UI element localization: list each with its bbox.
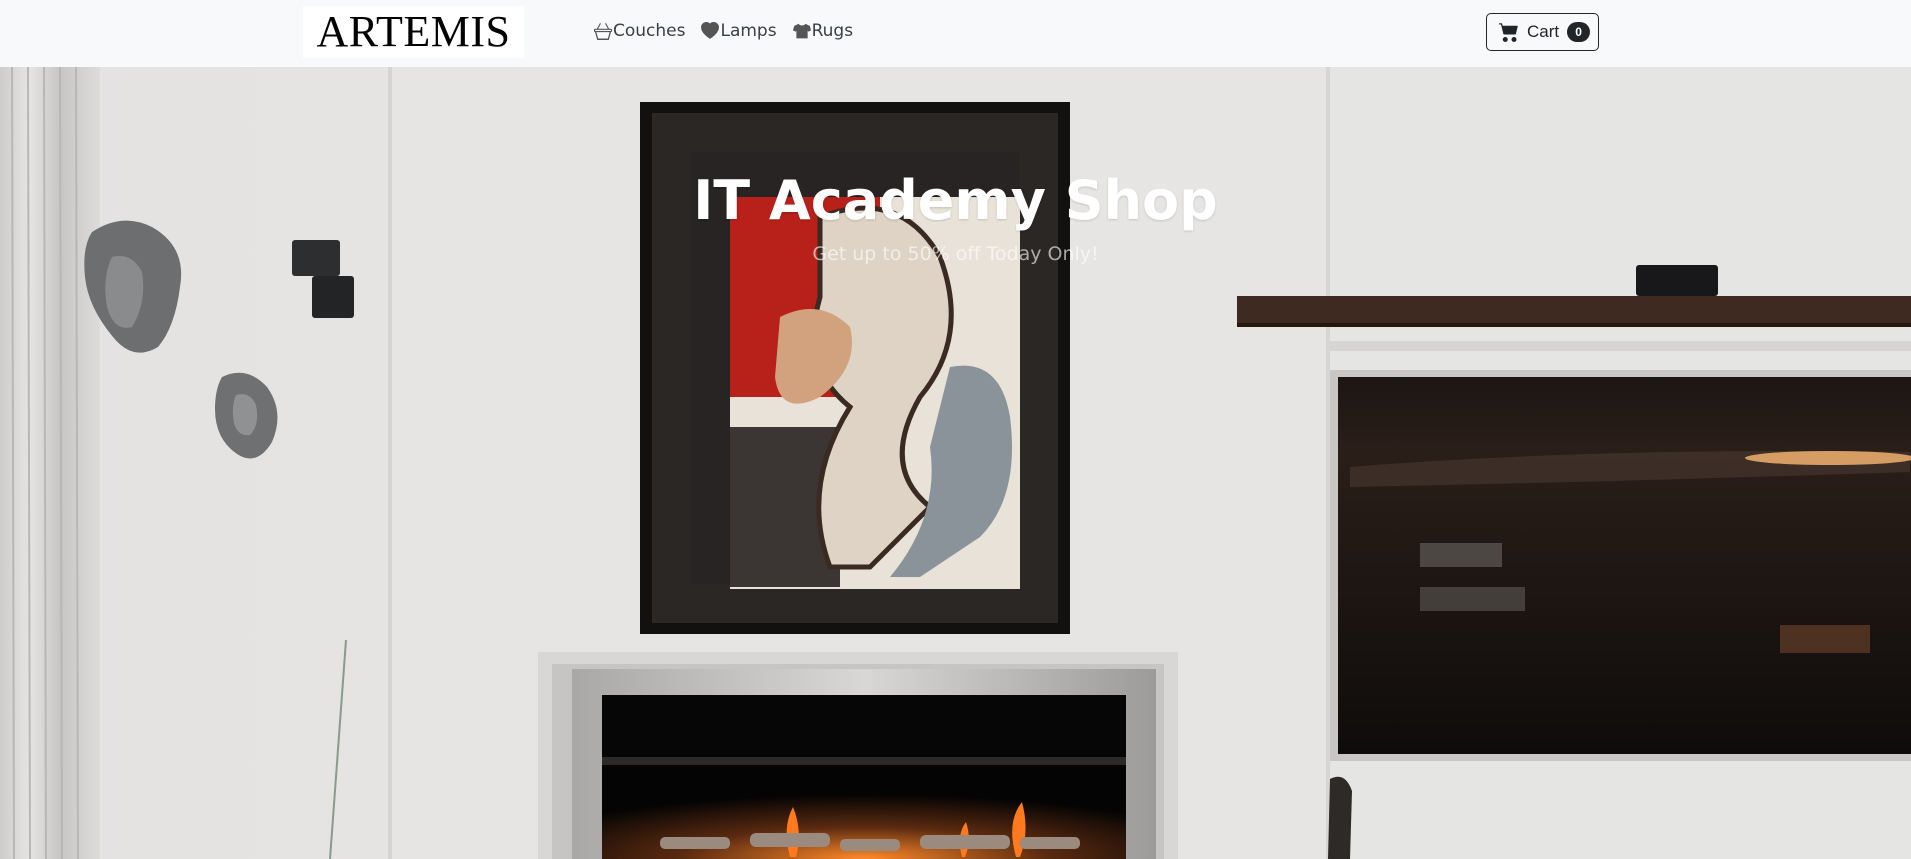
nav-link-couches[interactable]: Couches [594,21,685,41]
tshirt-icon [792,23,811,39]
hero-banner: IT Academy Shop Get up to 50% off Today … [0,67,1911,859]
basket-icon [594,23,612,40]
cart-button[interactable]: Cart 0 [1486,13,1599,51]
cart-label: Cart [1527,22,1560,41]
brand-logo[interactable]: ARTEMIS [303,6,524,58]
heart-icon [701,22,720,39]
nav-link-rugs[interactable]: Rugs [792,21,854,41]
hero-subtitle: Get up to 50% off Today Only! [812,243,1099,265]
nav-links: Couches Lamps Rugs [594,21,853,41]
nav-link-label: Rugs [811,21,854,41]
brand-name: ARTEMIS [316,7,511,56]
nav-link-label: Couches [613,21,686,41]
nav-link-label: Lamps [720,21,777,41]
cart-count-badge: 0 [1567,22,1591,42]
nav-link-lamps[interactable]: Lamps [701,21,777,41]
hero-title: IT Academy Shop [693,169,1218,232]
cart-icon [1499,23,1518,42]
navbar: ARTEMIS Couches Lamps Rugs Cart 0 [0,0,1911,67]
